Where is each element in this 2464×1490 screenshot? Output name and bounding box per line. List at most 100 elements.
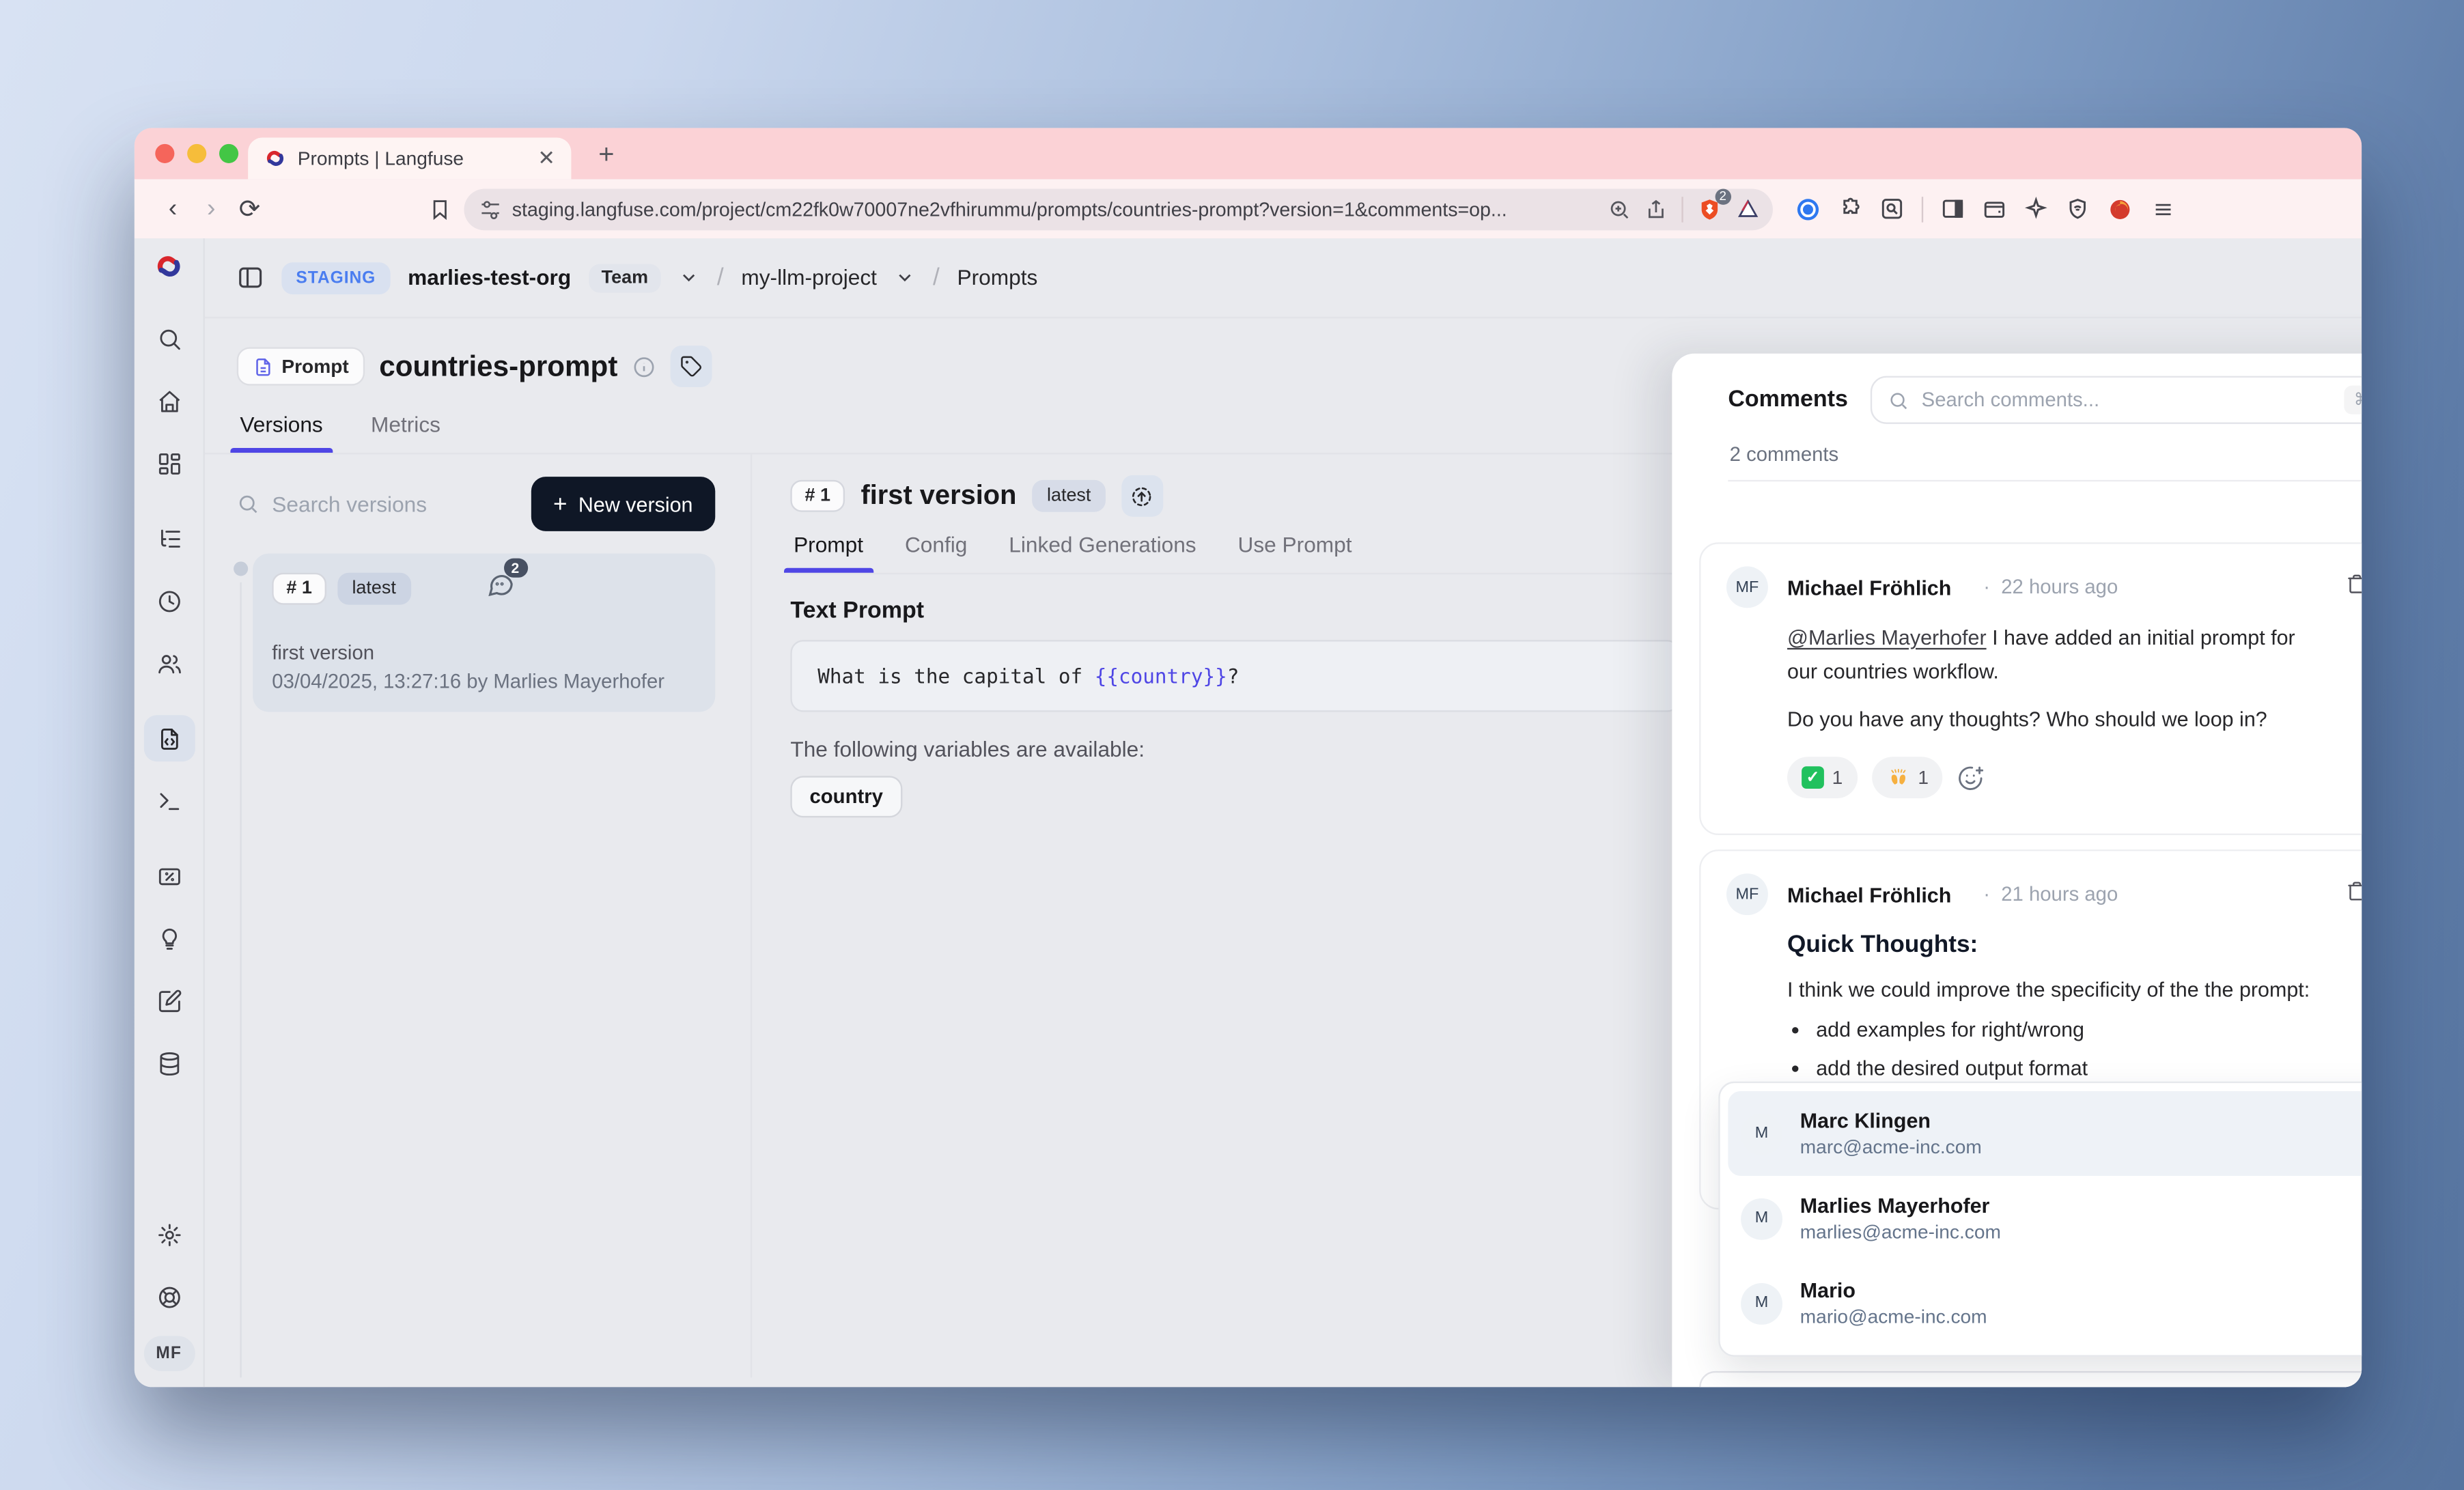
onepassword-icon[interactable] <box>1795 196 1821 221</box>
prompt-text-box: What is the capital of {{country}}? <box>790 640 1680 712</box>
mention-email: marc@acme-inc.com <box>1800 1136 1982 1158</box>
extensions-puzzle-icon[interactable] <box>1838 197 1862 221</box>
mention-name: Marlies Mayerhofer <box>1800 1194 2001 1218</box>
desktop-background: Prompts | Langfuse ✕ + ‹ › ⟳ staging.lan… <box>0 0 2464 1490</box>
traffic-lights <box>155 144 238 163</box>
sidebar-item-users[interactable] <box>143 640 195 686</box>
comments-indicator[interactable]: 2 <box>486 570 514 606</box>
sidebar-item-search[interactable] <box>143 315 195 362</box>
comment-author: Michael Fröhlich <box>1787 882 1951 906</box>
mention-name: Mario <box>1800 1278 1987 1302</box>
new-version-button[interactable]: + New version <box>531 477 715 531</box>
tab-close-icon[interactable]: ✕ <box>537 145 555 171</box>
chevron-down-icon[interactable] <box>895 267 915 287</box>
zoom-page-icon[interactable] <box>1608 197 1631 220</box>
search-comments-input[interactable]: Search comments... ⌘ F <box>1871 376 2362 424</box>
breadcrumb-section[interactable]: Prompts <box>957 266 1038 290</box>
maximize-window-button[interactable] <box>219 144 238 163</box>
comment-heading: Quick Thoughts: <box>1787 931 2362 959</box>
promote-version-button[interactable] <box>1121 475 1163 517</box>
comments-title: Comments <box>1728 387 1848 412</box>
comments-panel: Comments Search comments... ⌘ F 2 commen… <box>1672 354 2362 1388</box>
info-icon[interactable] <box>632 354 656 378</box>
reload-button[interactable]: ⟳ <box>230 193 268 225</box>
mention-link[interactable]: @Marlies Mayerhofer <box>1787 625 1987 649</box>
sidebar-item-annotation[interactable] <box>143 978 195 1024</box>
prompt-variable: {{country}} <box>1095 664 1227 688</box>
sidebar-item-dashboards[interactable] <box>143 440 195 486</box>
avatar: M <box>1741 1282 1782 1324</box>
profile-avatar-icon[interactable] <box>2108 196 2133 221</box>
sidebar-panel-icon[interactable] <box>1941 197 1965 221</box>
timeline-dot <box>234 561 248 576</box>
user-avatar[interactable]: MF <box>143 1336 195 1371</box>
url-text[interactable]: staging.langfuse.com/project/cm22fk0w700… <box>512 197 1597 220</box>
versions-list-panel: Search versions + New version # 1 latest <box>205 454 752 1377</box>
sidebar-item-tracing[interactable] <box>143 515 195 561</box>
back-button[interactable]: ‹ <box>154 195 192 223</box>
site-settings-icon[interactable] <box>480 199 501 219</box>
reaction-check[interactable]: ✓ 1 <box>1787 757 1857 798</box>
search-tabs-icon[interactable] <box>1880 197 1904 221</box>
breadcrumb-separator: / <box>717 264 724 292</box>
latest-badge: latest <box>1033 480 1106 512</box>
mention-option-marc[interactable]: M Marc Klingen marc@acme-inc.com <box>1728 1091 2362 1176</box>
tab-prompt[interactable]: Prompt <box>794 533 863 573</box>
comment-input[interactable]: What are your thoughts @Mar <box>1699 1371 2362 1387</box>
tab-metrics[interactable]: Metrics <box>371 412 440 453</box>
search-versions-input[interactable]: Search versions <box>237 492 531 516</box>
browser-tab[interactable]: Prompts | Langfuse ✕ <box>248 137 571 179</box>
comment-bullet: add the desired output format <box>1816 1056 2362 1080</box>
mention-option-marlies[interactable]: M Marlies Mayerhofer marlies@acme-inc.co… <box>1728 1176 2362 1261</box>
divider <box>1922 196 1923 221</box>
trash-icon <box>2346 572 2362 595</box>
breadcrumb: STAGING marlies-test-org Team / my-llm-p… <box>205 238 2362 318</box>
reaction-raised-hands[interactable]: 1 <box>1871 757 1943 798</box>
langfuse-favicon <box>264 147 287 170</box>
panel-toggle-icon[interactable] <box>237 264 264 292</box>
divider <box>1728 480 2362 481</box>
sidebar-item-sessions[interactable] <box>143 578 195 624</box>
share-icon[interactable] <box>1645 197 1668 220</box>
breadcrumb-org[interactable]: marlies-test-org <box>408 266 571 290</box>
forward-button[interactable]: › <box>192 195 230 223</box>
sidebar-item-home[interactable] <box>143 378 195 424</box>
close-window-button[interactable] <box>155 144 174 163</box>
breadcrumb-project[interactable]: my-llm-project <box>741 266 877 290</box>
tab-versions[interactable]: Versions <box>240 412 322 453</box>
sidebar-item-evaluation[interactable] <box>143 853 195 899</box>
search-versions-placeholder: Search versions <box>272 492 427 516</box>
comment-bullet-list: add examples for right/wrong add the des… <box>1816 1017 2362 1080</box>
plus-icon: + <box>553 490 568 518</box>
sidebar-item-scores[interactable] <box>143 915 195 961</box>
vpn-shield-icon[interactable] <box>2066 197 2090 221</box>
tab-linked-generations[interactable]: Linked Generations <box>1009 533 1196 573</box>
add-reaction-icon[interactable] <box>1957 764 1985 791</box>
trash-icon <box>2346 879 2362 901</box>
delete-comment-button[interactable] <box>2346 572 2362 603</box>
leo-ai-icon[interactable] <box>2024 197 2048 221</box>
brave-rewards-icon[interactable] <box>1736 197 1760 220</box>
new-tab-button[interactable]: + <box>598 139 614 171</box>
tab-config[interactable]: Config <box>905 533 967 573</box>
sidebar-item-prompts[interactable] <box>143 715 195 761</box>
tag-button[interactable] <box>671 346 712 387</box>
sidebar-item-playground[interactable] <box>143 778 195 824</box>
sidebar-item-support[interactable] <box>143 1274 195 1320</box>
minimize-window-button[interactable] <box>187 144 206 163</box>
wallet-icon[interactable] <box>1983 197 2006 221</box>
tab-use-prompt[interactable]: Use Prompt <box>1238 533 1352 573</box>
sidebar-item-datasets[interactable] <box>143 1040 195 1086</box>
menu-hamburger-icon[interactable] <box>2151 197 2176 220</box>
variable-chip[interactable]: country <box>790 776 902 817</box>
bookmark-icon[interactable] <box>429 197 451 220</box>
mention-option-mario[interactable]: M Mario mario@acme-inc.com <box>1728 1261 2362 1345</box>
brave-shield-icon[interactable]: 2 <box>1698 196 1722 221</box>
version-list-item[interactable]: # 1 latest 2 first version 03/04/2025, 1… <box>253 554 715 712</box>
delete-comment-button[interactable] <box>2346 879 2362 910</box>
sidebar-item-settings[interactable] <box>143 1211 195 1258</box>
url-bar[interactable]: staging.langfuse.com/project/cm22fk0w700… <box>464 188 1772 229</box>
chevron-down-icon[interactable] <box>679 267 699 287</box>
comment-item: MF Michael Fröhlich · 22 hours ago @Marl… <box>1699 542 2362 835</box>
comments-count-badge: 2 <box>503 559 527 578</box>
